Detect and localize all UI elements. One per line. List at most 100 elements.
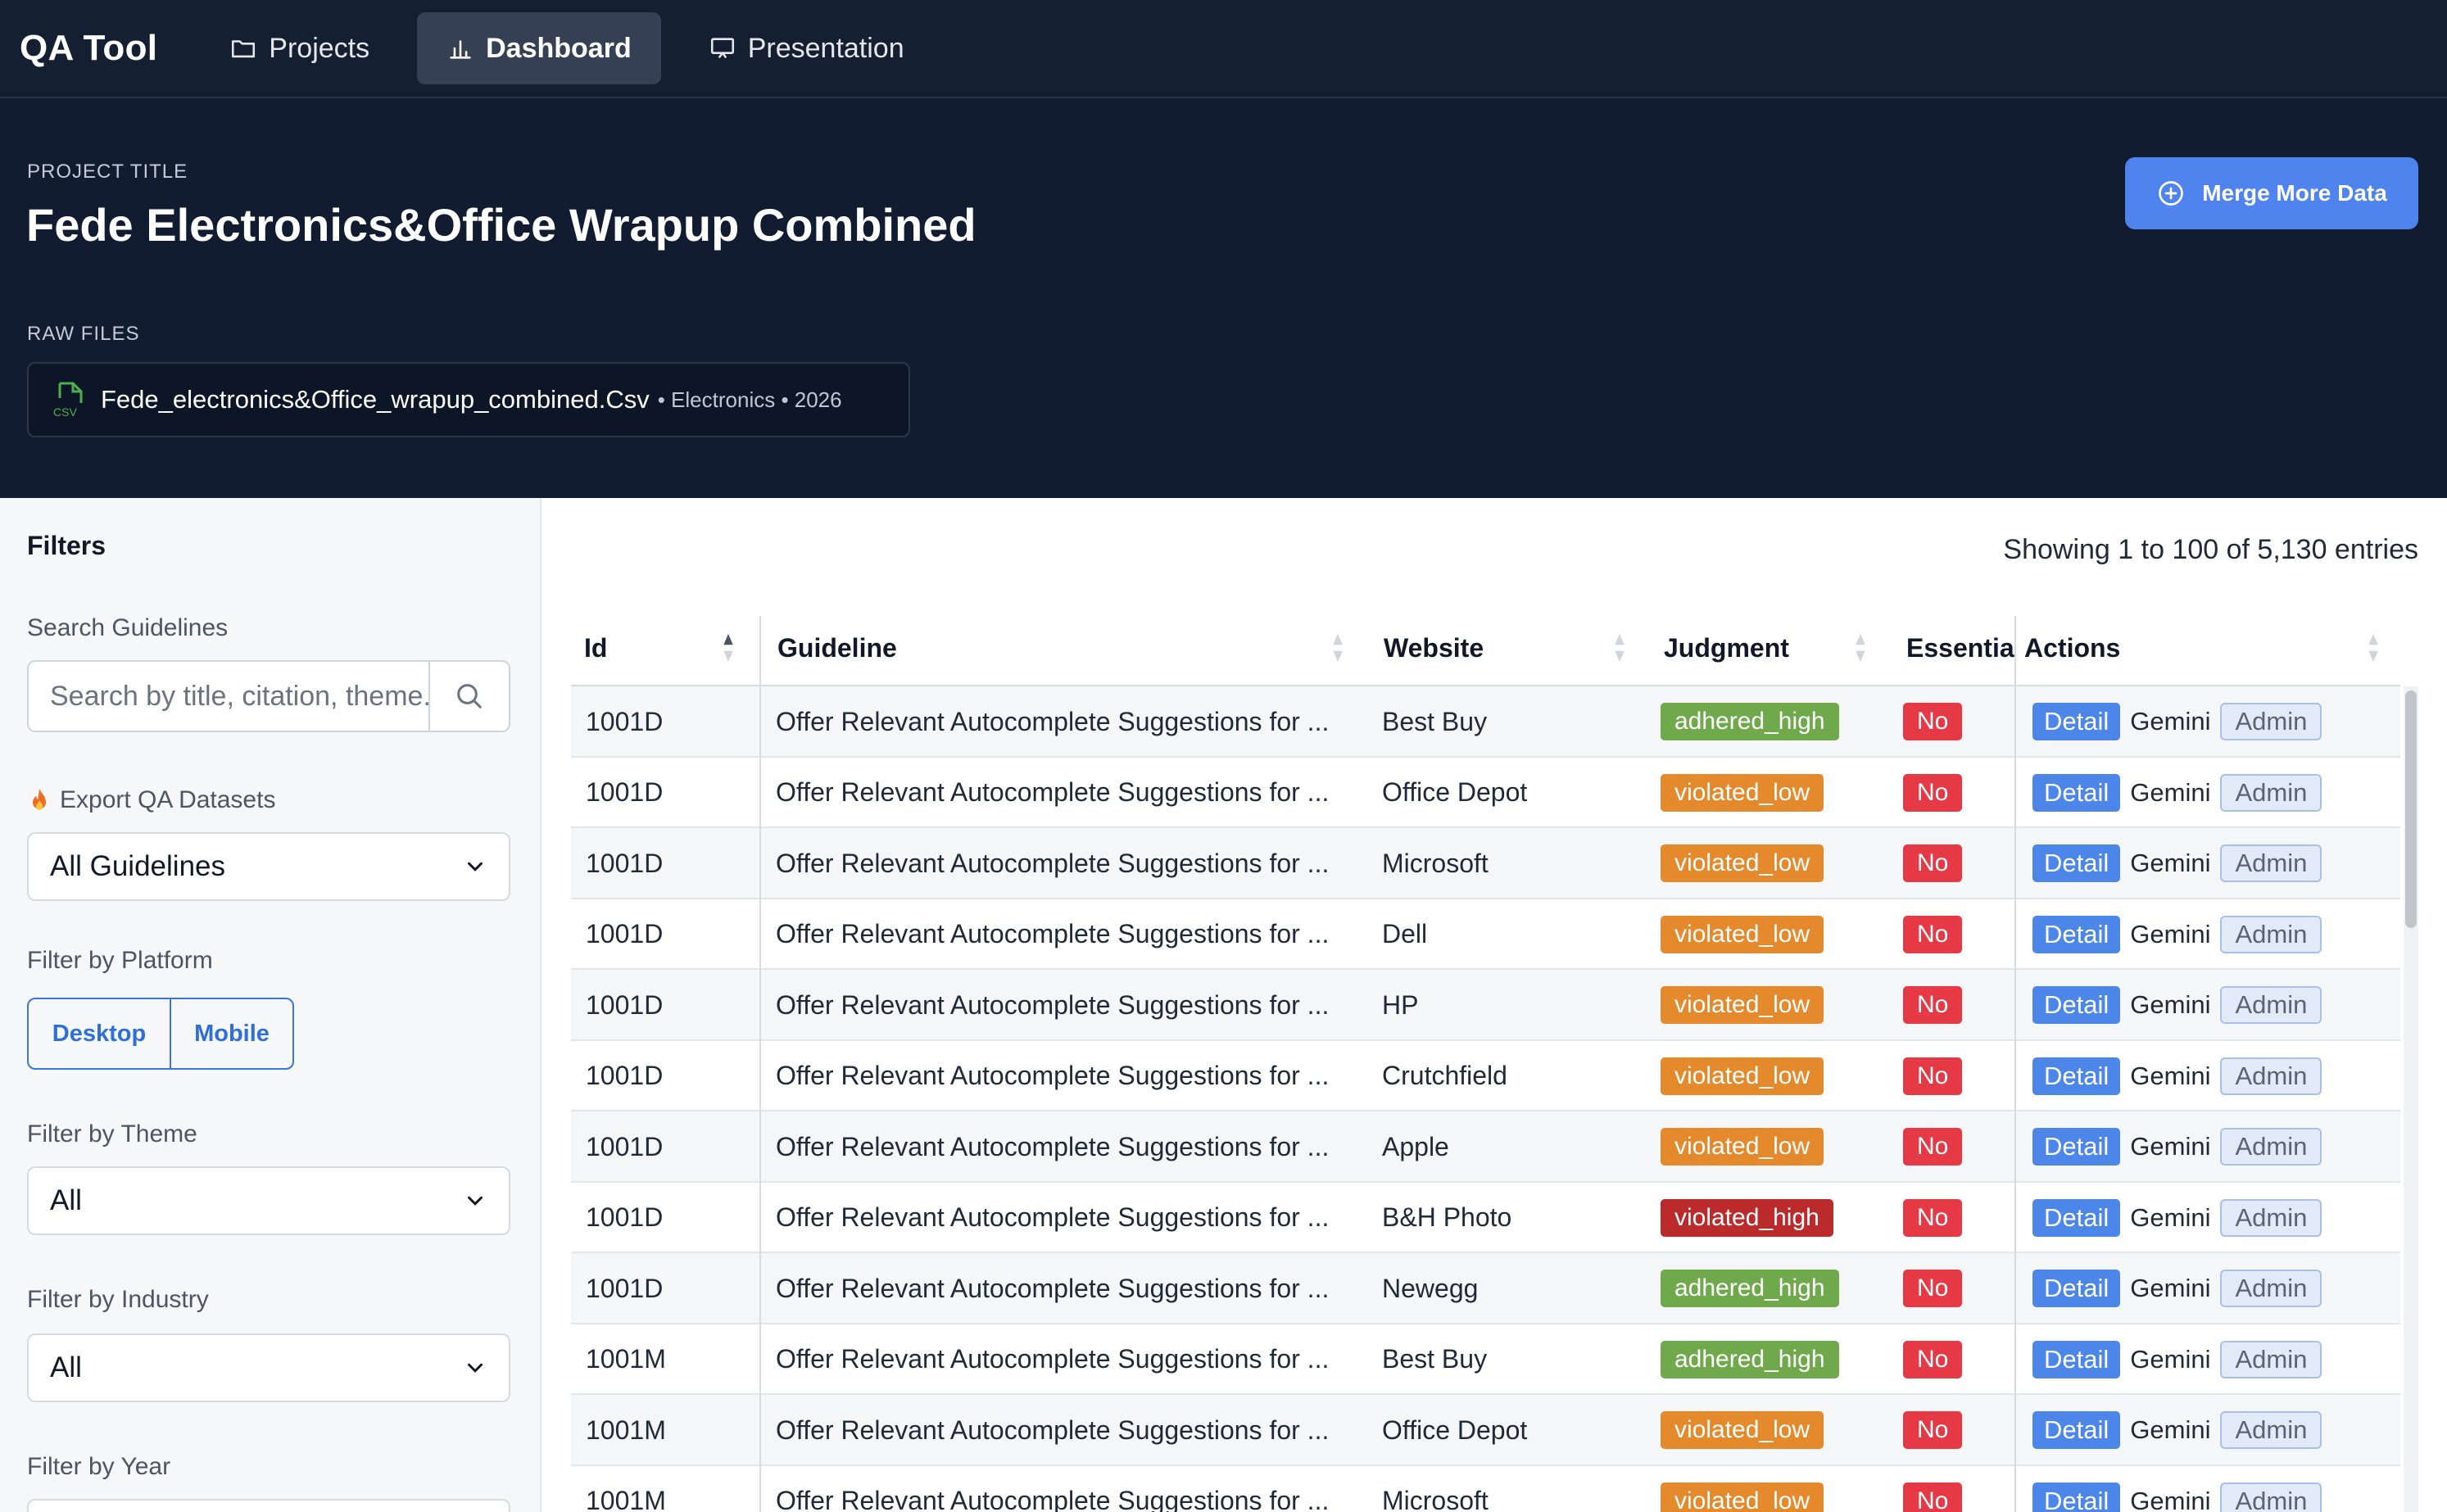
detail-button[interactable]: Detail bbox=[2032, 844, 2121, 882]
nav-presentation[interactable]: Presentation bbox=[679, 12, 934, 84]
filters-title: Filters bbox=[27, 531, 106, 560]
table-scrollbar-thumb[interactable] bbox=[2405, 690, 2417, 928]
table-row[interactable]: 1001M Offer Relevant Autocomplete Suggest… bbox=[571, 1465, 2400, 1512]
merge-more-data-button[interactable]: Merge More Data bbox=[2125, 157, 2418, 229]
table-row[interactable]: 1001D Offer Relevant Autocomplete Suggest… bbox=[571, 899, 2400, 970]
export-qa-datasets-value: All Guidelines bbox=[50, 850, 225, 882]
cell-judgment: adhered_high bbox=[1661, 1253, 1898, 1324]
main-content: Showing 1 to 100 of 5,130 entries Id Gui… bbox=[542, 498, 2447, 1512]
platform-desktop-button[interactable]: Desktop bbox=[29, 999, 170, 1068]
detail-button[interactable]: Detail bbox=[2032, 1270, 2121, 1307]
cell-actions: Detail Gemini Admin bbox=[2032, 970, 2409, 1040]
judgment-badge: violated_high bbox=[1661, 1198, 1833, 1237]
folder-icon bbox=[232, 40, 256, 58]
admin-button[interactable]: Admin bbox=[2220, 703, 2322, 740]
table-row[interactable]: 1001D Offer Relevant Autocomplete Suggest… bbox=[571, 828, 2400, 899]
gemini-button[interactable]: Gemini bbox=[2130, 849, 2210, 878]
platform-mobile-button[interactable]: Mobile bbox=[170, 999, 292, 1068]
admin-button[interactable]: Admin bbox=[2220, 1198, 2322, 1237]
sort-icon[interactable] bbox=[2367, 632, 2380, 663]
detail-button[interactable]: Detail bbox=[2032, 1411, 2121, 1449]
table-row[interactable]: 1001D Offer Relevant Autocomplete Suggest… bbox=[571, 1111, 2400, 1183]
export-qa-datasets-select[interactable]: All Guidelines bbox=[27, 832, 510, 901]
theme-select[interactable]: All bbox=[27, 1166, 510, 1235]
gemini-button[interactable]: Gemini bbox=[2130, 920, 2210, 949]
gemini-button[interactable]: Gemini bbox=[2130, 1487, 2210, 1512]
admin-button[interactable]: Admin bbox=[2220, 1340, 2322, 1378]
search-guidelines-input[interactable] bbox=[29, 662, 428, 731]
col-header-id[interactable]: Id bbox=[584, 611, 607, 685]
table-row[interactable]: 1001D Offer Relevant Autocomplete Suggest… bbox=[571, 1253, 2400, 1324]
sort-icon[interactable] bbox=[1613, 632, 1626, 663]
sort-icon[interactable] bbox=[1854, 632, 1867, 663]
admin-button[interactable]: Admin bbox=[2220, 844, 2322, 882]
admin-button[interactable]: Admin bbox=[2220, 1411, 2322, 1449]
industry-select[interactable]: All bbox=[27, 1333, 510, 1402]
raw-file-meta: • Electronics • 2026 bbox=[657, 387, 842, 412]
table-row[interactable]: 1001M Offer Relevant Autocomplete Suggest… bbox=[571, 1324, 2400, 1395]
nav-dashboard[interactable]: Dashboard bbox=[417, 12, 661, 84]
gemini-button[interactable]: Gemini bbox=[2130, 1415, 2210, 1445]
gemini-button[interactable]: Gemini bbox=[2130, 1274, 2210, 1303]
gemini-button[interactable]: Gemini bbox=[2130, 707, 2210, 736]
admin-button[interactable]: Admin bbox=[2220, 1270, 2322, 1307]
theme-select-value: All bbox=[50, 1184, 82, 1216]
col-header-judgment[interactable]: Judgment bbox=[1664, 611, 1789, 685]
gemini-button[interactable]: Gemini bbox=[2130, 1062, 2210, 1091]
nav-projects[interactable]: Projects bbox=[200, 12, 399, 84]
table-row[interactable]: 1001D Offer Relevant Autocomplete Suggest… bbox=[571, 1040, 2400, 1111]
sort-asc-icon[interactable] bbox=[722, 632, 735, 663]
admin-button[interactable]: Admin bbox=[2220, 1057, 2322, 1095]
admin-button[interactable]: Admin bbox=[2220, 1482, 2322, 1512]
search-button[interactable] bbox=[428, 662, 509, 731]
cell-judgment: violated_low bbox=[1661, 1041, 1898, 1111]
detail-button[interactable]: Detail bbox=[2032, 1057, 2121, 1095]
judgment-badge: violated_low bbox=[1661, 844, 1824, 882]
cell-judgment: violated_low bbox=[1661, 758, 1898, 828]
detail-button[interactable]: Detail bbox=[2032, 703, 2121, 740]
col-header-guideline[interactable]: Guideline bbox=[777, 611, 897, 685]
nav-presentation-label: Presentation bbox=[747, 32, 904, 64]
admin-button[interactable]: Admin bbox=[2220, 986, 2322, 1024]
cell-essential: No bbox=[1903, 899, 2010, 970]
table-row[interactable]: 1001D Offer Relevant Autocomplete Suggest… bbox=[571, 970, 2400, 1041]
detail-button[interactable]: Detail bbox=[2032, 1198, 2121, 1237]
admin-button[interactable]: Admin bbox=[2220, 915, 2322, 953]
year-select[interactable] bbox=[27, 1499, 510, 1512]
col-header-website[interactable]: Website bbox=[1384, 611, 1484, 685]
detail-button[interactable]: Detail bbox=[2032, 986, 2121, 1024]
merge-more-data-label: Merge More Data bbox=[2202, 180, 2387, 206]
cell-guideline: Offer Relevant Autocomplete Suggestions … bbox=[776, 1131, 1330, 1161]
app-brand[interactable]: QA Tool bbox=[20, 28, 157, 69]
cell-website: Apple bbox=[1382, 1131, 1449, 1161]
project-title-caption: PROJECT TITLE bbox=[27, 161, 188, 183]
essential-badge: No bbox=[1903, 773, 1963, 812]
gemini-button[interactable]: Gemini bbox=[2130, 1345, 2210, 1374]
table-row[interactable]: 1001D Offer Relevant Autocomplete Suggest… bbox=[571, 686, 2400, 758]
judgment-badge: violated_low bbox=[1661, 986, 1824, 1024]
raw-file-chip[interactable]: CSV Fede_electronics&Office_wrapup_combi… bbox=[27, 362, 910, 437]
gemini-button[interactable]: Gemini bbox=[2130, 1203, 2210, 1233]
gemini-button[interactable]: Gemini bbox=[2130, 778, 2210, 808]
table-row[interactable]: 1001M Offer Relevant Autocomplete Suggest… bbox=[571, 1395, 2400, 1466]
detail-button[interactable]: Detail bbox=[2032, 1128, 2121, 1166]
cell-judgment: violated_low bbox=[1661, 970, 1898, 1040]
essential-badge: No bbox=[1903, 1128, 1963, 1166]
cell-guideline: Offer Relevant Autocomplete Suggestions … bbox=[776, 706, 1330, 736]
col-header-essential[interactable]: Essentia bbox=[1906, 611, 2014, 685]
fire-icon bbox=[33, 788, 46, 810]
detail-button[interactable]: Detail bbox=[2032, 915, 2121, 953]
cell-essential: No bbox=[1903, 1324, 2010, 1395]
admin-button[interactable]: Admin bbox=[2220, 1128, 2322, 1166]
detail-button[interactable]: Detail bbox=[2032, 1482, 2121, 1512]
detail-button[interactable]: Detail bbox=[2032, 1340, 2121, 1378]
entries-info: Showing 1 to 100 of 5,130 entries bbox=[2003, 534, 2418, 565]
table-row[interactable]: 1001D Offer Relevant Autocomplete Suggest… bbox=[571, 757, 2400, 828]
sort-icon[interactable] bbox=[1331, 632, 1344, 663]
gemini-button[interactable]: Gemini bbox=[2130, 990, 2210, 1020]
table-row[interactable]: 1001D Offer Relevant Autocomplete Suggest… bbox=[571, 1182, 2400, 1253]
admin-button[interactable]: Admin bbox=[2220, 773, 2322, 812]
detail-button[interactable]: Detail bbox=[2032, 773, 2121, 812]
gemini-button[interactable]: Gemini bbox=[2130, 1132, 2210, 1161]
cell-website: HP bbox=[1382, 989, 1419, 1020]
